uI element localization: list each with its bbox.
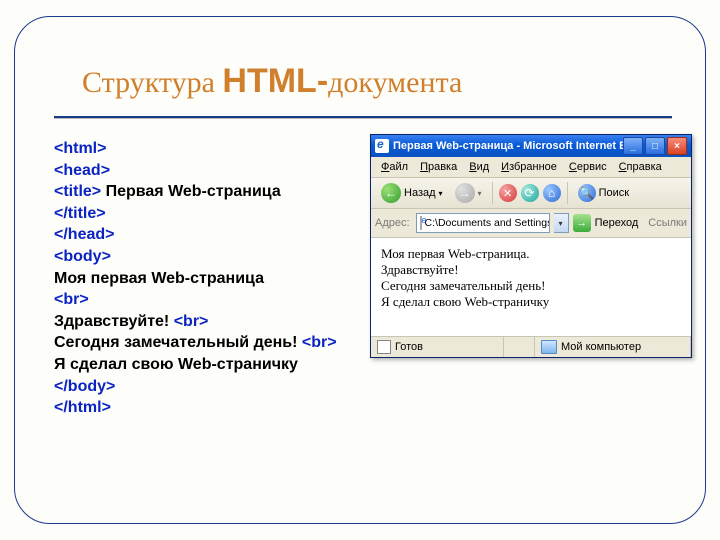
- chevron-down-icon: ▾: [478, 189, 482, 198]
- status-ready-text: Готов: [395, 341, 423, 353]
- code-tag: <html>: [54, 140, 106, 157]
- chevron-down-icon: ▾: [439, 189, 443, 198]
- document-icon: [377, 340, 391, 354]
- home-icon[interactable]: ⌂: [543, 184, 561, 202]
- minimize-button[interactable]: _: [623, 137, 643, 155]
- my-computer-icon: [541, 340, 557, 354]
- menu-tools[interactable]: Сервис: [563, 159, 613, 175]
- status-zone: Мой компьютер: [535, 337, 691, 357]
- back-arrow-icon: ←: [381, 183, 401, 203]
- search-button[interactable]: 🔍 Поиск: [574, 182, 633, 204]
- code-tag: <head>: [54, 162, 110, 179]
- back-button[interactable]: ← Назад ▾: [377, 181, 447, 205]
- address-bar: Адрес: C:\Documents and Settings\Роз ▾ →…: [371, 209, 691, 238]
- address-path: C:\Documents and Settings\Роз: [425, 217, 550, 229]
- code-text: Моя первая Web-страница: [54, 270, 264, 287]
- status-empty: [504, 337, 535, 357]
- address-dropdown[interactable]: ▾: [554, 213, 569, 233]
- code-tag: <br>: [302, 334, 337, 351]
- code-tag: <br>: [54, 291, 89, 308]
- code-tag: </html>: [54, 399, 111, 416]
- toolbar-separator: [492, 182, 493, 204]
- title-text-post: документа: [328, 66, 462, 99]
- menu-fav[interactable]: Избранное: [495, 159, 563, 175]
- title-divider: [54, 116, 672, 118]
- menu-bar: Файл Правка Вид Избранное Сервис Справка: [371, 157, 691, 178]
- page-viewport: Моя первая Web-страница. Здравствуйте! С…: [371, 238, 691, 336]
- menu-view[interactable]: Вид: [463, 159, 495, 175]
- refresh-icon[interactable]: ⟳: [521, 184, 539, 202]
- code-tag: <title>: [54, 183, 101, 200]
- window-titlebar[interactable]: Первая Web-страница - Microsoft Internet…: [371, 135, 691, 157]
- back-label: Назад: [404, 187, 436, 199]
- close-button[interactable]: ×: [667, 137, 687, 155]
- menu-edit[interactable]: Правка: [414, 159, 463, 175]
- code-text: Здравствуйте!: [54, 313, 174, 330]
- ie-logo-icon: [375, 139, 389, 153]
- status-bar: Готов Мой компьютер: [371, 336, 691, 357]
- search-label: Поиск: [599, 187, 629, 199]
- status-ready: Готов: [371, 337, 504, 357]
- code-tag: </title>: [54, 205, 106, 222]
- title-text-html: HTML-: [222, 62, 328, 100]
- code-text: Сегодня замечательный день!: [54, 334, 302, 351]
- menu-file[interactable]: Файл: [375, 159, 414, 175]
- go-label: Переход: [595, 217, 639, 229]
- stop-icon[interactable]: ✕: [499, 184, 517, 202]
- forward-arrow-icon: →: [455, 183, 475, 203]
- page-line: Сегодня замечательный день!: [381, 278, 681, 294]
- page-line: Моя первая Web-страница.: [381, 246, 681, 262]
- page-line: Я сделал свою Web-страничку: [381, 294, 681, 310]
- search-icon: 🔍: [578, 184, 596, 202]
- forward-button[interactable]: → ▾: [451, 181, 486, 205]
- address-label: Адрес:: [375, 217, 410, 229]
- toolbar: ← Назад ▾ → ▾ ✕ ⟳ ⌂ 🔍 Поиск: [371, 178, 691, 209]
- code-text: Первая Web-страница: [101, 183, 281, 200]
- code-tag: </head>: [54, 226, 114, 243]
- code-tag: <body>: [54, 248, 111, 265]
- window-title: Первая Web-страница - Microsoft Internet…: [393, 140, 623, 152]
- status-zone-text: Мой компьютер: [561, 341, 641, 353]
- code-text: Я сделал свою Web-страничку: [54, 356, 298, 373]
- ie-browser-window: Первая Web-страница - Microsoft Internet…: [370, 134, 692, 358]
- page-icon: [420, 216, 422, 230]
- html-source-code: <html> <head> <title> Первая Web-страниц…: [54, 138, 337, 419]
- go-button[interactable]: →: [573, 214, 591, 232]
- title-text-pre: Структура: [82, 66, 222, 99]
- links-label[interactable]: Ссылки: [648, 217, 687, 229]
- maximize-button[interactable]: □: [645, 137, 665, 155]
- toolbar-separator: [567, 182, 568, 204]
- address-input[interactable]: C:\Documents and Settings\Роз: [416, 213, 550, 233]
- code-tag: </body>: [54, 378, 115, 395]
- slide-title: Структура HTML-документа: [82, 62, 462, 101]
- menu-help[interactable]: Справка: [613, 159, 668, 175]
- code-tag: <br>: [174, 313, 209, 330]
- page-line: Здравствуйте!: [381, 262, 681, 278]
